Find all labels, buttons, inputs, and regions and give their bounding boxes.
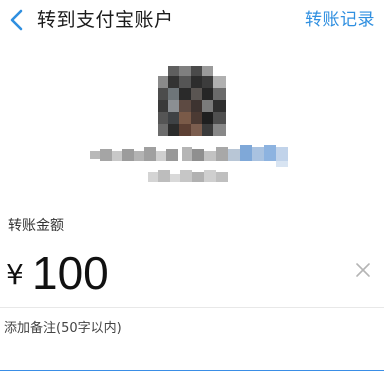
chevron-left-icon [10, 9, 23, 31]
amount-input[interactable] [32, 246, 332, 300]
close-icon [356, 263, 370, 277]
transfer-form: 转账金额 ¥ [0, 202, 384, 371]
recipient-card [0, 42, 384, 202]
divider [0, 307, 384, 308]
transfer-history-link[interactable]: 转账记录 [305, 8, 375, 32]
pixelated-avatar-image [158, 66, 226, 136]
clear-amount-button[interactable] [353, 260, 373, 280]
page-title: 转到支付宝账户 [37, 9, 174, 31]
avatar [158, 66, 226, 136]
currency-symbol: ¥ [6, 258, 24, 291]
back-button[interactable] [4, 4, 32, 36]
amount-row: ¥ [0, 244, 384, 304]
navigation-bar: 转到支付宝账户 转账记录 [0, 0, 384, 42]
obscured-account-id [148, 170, 228, 182]
remark-input[interactable] [4, 316, 364, 340]
amount-label: 转账金额 [8, 218, 64, 234]
obscured-account-name [90, 145, 288, 167]
